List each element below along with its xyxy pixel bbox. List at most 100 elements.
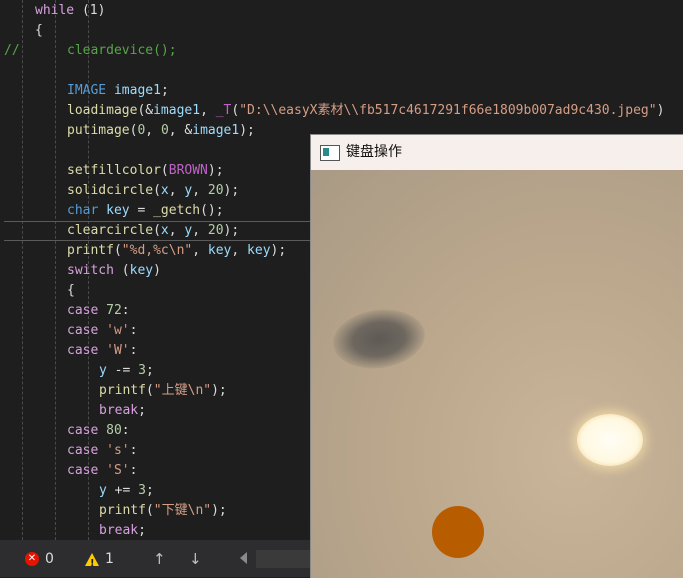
code-token: { [67, 283, 75, 298]
code-text: case 'w': [67, 321, 137, 341]
brown-circle [432, 506, 484, 558]
window-titlebar[interactable]: 键盘操作 [311, 135, 683, 170]
code-token: : [129, 463, 138, 478]
warning-count[interactable]: 1 [85, 549, 114, 574]
code-token: 72 [106, 303, 122, 318]
code-token: _T [215, 103, 232, 118]
code-token: image1 [153, 103, 201, 118]
code-token: y [99, 483, 107, 498]
code-token: ; [138, 403, 146, 418]
code-text: clearcircle(x, y, 20); [67, 222, 239, 240]
code-token: ( [113, 263, 130, 278]
code-token: (1) [74, 3, 106, 18]
code-token: IMAGE [67, 83, 107, 98]
code-token: image1 [192, 123, 240, 138]
code-token: BROWN [168, 163, 208, 178]
code-token: ); [223, 183, 240, 198]
graphics-canvas[interactable] [311, 170, 683, 578]
code-token: : [121, 303, 130, 318]
code-token: : [129, 343, 138, 358]
code-text: { [67, 281, 75, 301]
code-token: x [160, 183, 169, 198]
code-token: ); [270, 243, 287, 258]
code-token: cleardevice(); [67, 43, 177, 58]
background-light-spot [577, 414, 643, 466]
indent-guide [22, 0, 23, 540]
code-token: , [192, 223, 208, 238]
code-text: printf("下键\n"); [99, 501, 227, 521]
app-window[interactable]: 键盘操作 [310, 134, 683, 578]
code-token: key [129, 263, 154, 278]
next-issue-button[interactable]: ↓ [189, 549, 202, 569]
code-token: case [67, 323, 99, 338]
code-token: ( [145, 503, 154, 518]
code-text: case 72: [67, 301, 130, 321]
code-token: 3 [138, 483, 146, 498]
code-token: (); [200, 203, 224, 218]
code-token: "%d,%c\n" [121, 243, 193, 258]
code-text: switch (key) [67, 261, 161, 281]
window-title: 键盘操作 [346, 144, 402, 160]
code-text: case 'W': [67, 341, 137, 361]
code-text: setfillcolor(BROWN); [67, 161, 224, 181]
arrow-down-icon: ↓ [189, 550, 202, 568]
code-token: case [67, 443, 99, 458]
code-token: ); [211, 383, 227, 398]
code-token: 0 [160, 123, 169, 138]
code-token: (& [137, 103, 154, 118]
code-token: , [168, 223, 185, 238]
code-text: { [35, 21, 43, 41]
code-token: break [99, 403, 139, 418]
code-text: break; [99, 401, 146, 421]
code-token: case [67, 343, 99, 358]
code-token: = [129, 203, 154, 218]
background-dark-blur [329, 303, 429, 375]
code-text: case 80: [67, 421, 130, 441]
code-token: ); [223, 223, 240, 238]
code-token: : [129, 323, 138, 338]
code-token: -= [106, 363, 139, 378]
code-token: ( [145, 383, 154, 398]
code-token: switch [67, 263, 114, 278]
previous-issue-button[interactable]: ↑ [153, 549, 166, 569]
code-token: 'W' [106, 343, 130, 358]
error-count[interactable]: ✕ 0 [25, 549, 54, 569]
warning-icon [85, 552, 99, 574]
code-token: break [99, 523, 139, 538]
code-text: loadimage(&image1, _T("D:\\easyX素材\\fb51… [67, 101, 664, 121]
code-token: while [35, 3, 75, 18]
code-token: key [247, 243, 271, 258]
code-token: ( [153, 223, 161, 238]
code-token: ( [153, 183, 161, 198]
code-token: ; [145, 483, 154, 498]
code-token: : [129, 443, 138, 458]
code-token: solidcircle [67, 183, 154, 198]
code-token: y [99, 363, 107, 378]
code-token: case [67, 303, 99, 318]
code-token: putimage [67, 123, 130, 138]
error-count-value: 0 [45, 551, 54, 567]
warning-count-value: 1 [105, 551, 114, 567]
scroll-left-icon[interactable] [240, 552, 247, 564]
code-token: , [192, 183, 208, 198]
comment-marker: // [4, 43, 20, 58]
code-token: : [121, 423, 130, 438]
code-text: putimage(0, 0, &image1); [67, 121, 255, 141]
horizontal-scrollbar[interactable] [256, 550, 310, 568]
code-token: , [192, 243, 208, 258]
code-token: ; [145, 363, 154, 378]
code-token: image1 [113, 83, 161, 98]
code-text: case 'S': [67, 461, 137, 481]
code-text: printf("%d,%c\n", key, key); [67, 241, 286, 261]
indent-guide [55, 0, 56, 540]
code-token: "D:\\easyX素材\\fb517c4617291f66e1809b007a… [239, 103, 657, 118]
code-token: "下键\n" [153, 503, 212, 518]
error-icon: ✕ [25, 552, 39, 566]
code-token: x [160, 223, 169, 238]
code-token: , & [168, 123, 193, 138]
code-token: printf [67, 243, 114, 258]
